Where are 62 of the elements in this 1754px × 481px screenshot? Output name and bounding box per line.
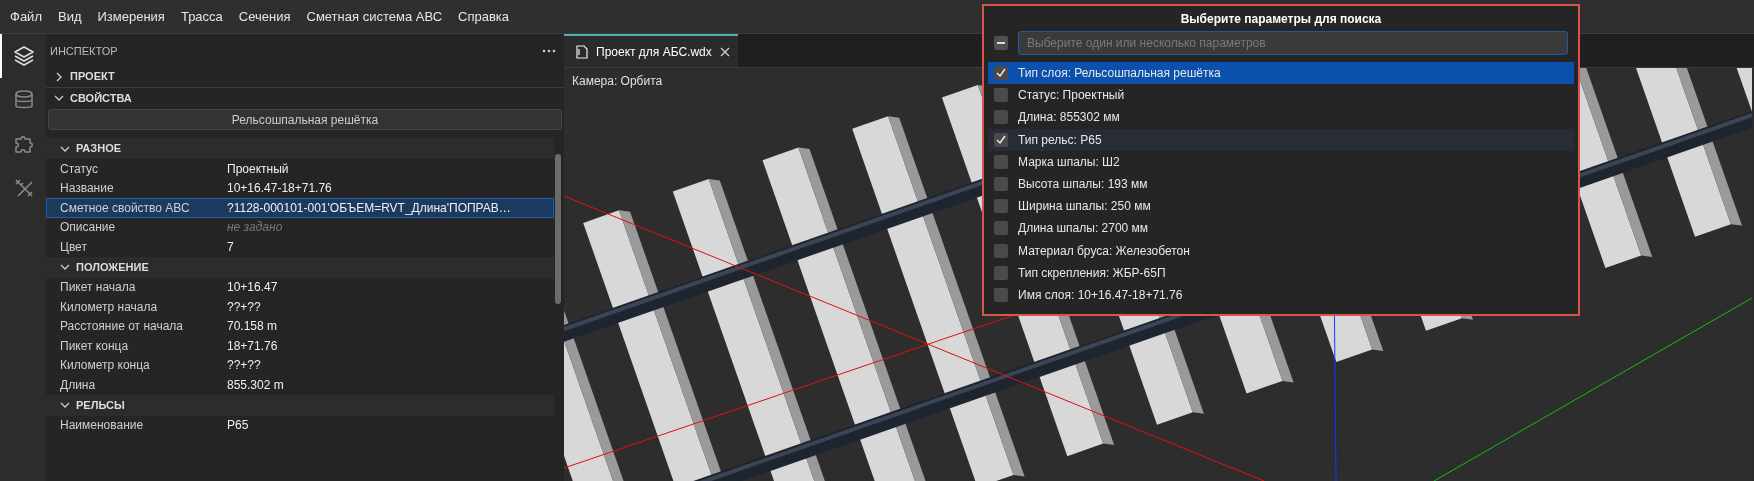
- checkbox[interactable]: [994, 177, 1008, 192]
- property-row[interactable]: Наименование Р65: [46, 415, 554, 435]
- property-row[interactable]: Километр конца ??+??: [46, 355, 554, 375]
- checkbox[interactable]: [994, 154, 1008, 169]
- checkbox[interactable]: [994, 287, 1008, 302]
- menu-item[interactable]: Файл: [10, 6, 42, 27]
- chevron-down-icon[interactable]: [60, 262, 70, 272]
- property-row[interactable]: Расстояние от начала 70.158 m: [46, 316, 554, 336]
- object-name-button[interactable]: Рельсошпальная решётка: [48, 109, 562, 130]
- parameter-option[interactable]: Тип скрепления: ЖБР-65П: [988, 261, 1574, 284]
- editor-tab[interactable]: Проект для АБС.wdx: [564, 34, 738, 67]
- parameter-option[interactable]: Тип рельс: Р65: [988, 128, 1574, 151]
- parameter-option[interactable]: Материал бруса: Железобетон: [988, 239, 1574, 262]
- group-header[interactable]: РЕЛЬСЫ: [76, 396, 125, 414]
- search-field[interactable]: Выберите один или несколько параметров: [1018, 31, 1568, 55]
- scrollbar[interactable]: [555, 154, 561, 304]
- checkbox[interactable]: [994, 110, 1008, 125]
- menu-item[interactable]: Вид: [57, 6, 82, 27]
- popup-title: Выберите параметры для поиска: [1179, 11, 1383, 28]
- parameter-option[interactable]: Ширина шпалы: 250 мм: [988, 195, 1574, 218]
- parameter-option[interactable]: Статус: Проектный: [988, 84, 1574, 107]
- property-row[interactable]: Километр начала ??+??: [46, 297, 554, 317]
- menu-item[interactable]: Сечения: [238, 6, 291, 27]
- checkbox[interactable]: [994, 265, 1008, 280]
- menu-item[interactable]: Трасса: [180, 6, 223, 27]
- parameter-option[interactable]: Высота шпалы: 193 мм: [988, 172, 1574, 196]
- checkbox[interactable]: [994, 221, 1008, 236]
- property-row[interactable]: Название 10+16.47-18+71.76: [46, 178, 554, 198]
- chevron-down-icon[interactable]: [54, 93, 64, 103]
- section-header[interactable]: СВОЙСТВА: [70, 89, 132, 107]
- more-icon[interactable]: [542, 49, 556, 53]
- group-header[interactable]: ПОЛОЖЕНИЕ: [76, 258, 149, 276]
- checkbox[interactable]: [994, 243, 1008, 258]
- panel-title: ИНСПЕКТОР: [50, 43, 118, 59]
- camera-label: Камера: Орбита: [572, 73, 663, 90]
- property-row[interactable]: Пикет конца 18+71.76: [46, 336, 554, 356]
- checkbox[interactable]: [994, 199, 1008, 214]
- property-row[interactable]: Длина 855.302 m: [46, 375, 554, 395]
- property-row[interactable]: Описание не задано: [46, 217, 554, 237]
- checkbox[interactable]: [994, 66, 1008, 81]
- layers-icon[interactable]: [12, 44, 36, 68]
- menu-item[interactable]: Справка: [458, 6, 510, 27]
- parameter-option[interactable]: Имя слоя: 10+16.47-18+71.76: [988, 283, 1574, 307]
- property-row[interactable]: Пикет начала 10+16.47: [46, 277, 554, 297]
- group-header[interactable]: РАЗНОЕ: [76, 140, 122, 157]
- checkbox[interactable]: [994, 132, 1008, 147]
- parameter-option[interactable]: Марка шпалы: Ш2: [988, 150, 1574, 173]
- checkbox[interactable]: [994, 88, 1008, 103]
- parameter-option[interactable]: Длина: 855302 мм: [988, 106, 1574, 129]
- chevron-down-icon[interactable]: [60, 400, 70, 410]
- section-header[interactable]: ПРОЕКТ: [70, 68, 115, 85]
- file-icon: [576, 44, 588, 59]
- select-all-checkbox[interactable]: [994, 36, 1008, 50]
- close-icon[interactable]: [719, 46, 730, 57]
- property-row[interactable]: Цвет 7: [46, 237, 554, 257]
- parameter-option[interactable]: Длина шпалы: 2700 мм: [988, 217, 1574, 240]
- property-row[interactable]: Сметное свойство АВС ?1128-000101-001'ОБЪЕМ=RVT_Длина'ПОПРАВ…: [46, 198, 554, 218]
- property-row[interactable]: Статус Проектный: [46, 159, 554, 179]
- menu-item[interactable]: Сметная система АВС: [306, 6, 443, 27]
- chevron-right-icon[interactable]: [54, 71, 64, 82]
- parameter-option[interactable]: Тип слоя: Рельсошпальная решётка: [988, 62, 1574, 85]
- menu-item[interactable]: Измерения: [97, 6, 165, 27]
